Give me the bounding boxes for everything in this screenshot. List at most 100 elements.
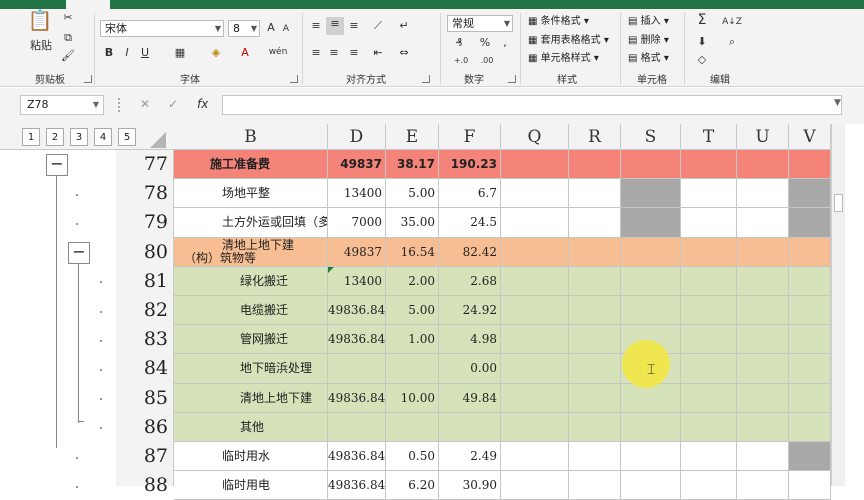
underline-button[interactable]: U	[138, 46, 152, 60]
format-painter-icon[interactable]: 🖌	[60, 49, 76, 63]
cell-r83[interactable]	[569, 325, 621, 355]
find-select-icon[interactable]: ⌕	[724, 35, 740, 49]
cell-t78[interactable]	[681, 179, 737, 209]
cell-d84[interactable]	[328, 354, 386, 384]
cell-d87[interactable]: 49836.84	[328, 442, 386, 472]
cell-u86[interactable]	[737, 412, 789, 442]
autosum-icon[interactable]: Σ	[694, 13, 710, 27]
cell-b79[interactable]: 土方外运或回填（多	[174, 208, 328, 238]
cell-u80[interactable]	[737, 237, 789, 267]
cancel-icon[interactable]: ✕	[140, 97, 150, 111]
cell-f81[interactable]: 2.68	[439, 266, 501, 296]
cell-u81[interactable]	[737, 266, 789, 296]
cell-t77[interactable]	[681, 150, 737, 180]
collapse-group-button[interactable]: −	[46, 154, 68, 176]
cell-q84[interactable]	[501, 354, 569, 384]
cell-q82[interactable]	[501, 296, 569, 326]
cell-f84[interactable]: 0.00	[439, 354, 501, 384]
align-middle-icon[interactable]: ≡	[326, 17, 344, 35]
cell-q85[interactable]	[501, 383, 569, 413]
cell-q83[interactable]	[501, 325, 569, 355]
font-color-icon[interactable]: A	[238, 46, 252, 60]
cell-u78[interactable]	[737, 179, 789, 209]
borders-icon[interactable]: ▦	[172, 46, 188, 60]
cell-b84[interactable]: 地下暗浜处理	[174, 354, 328, 384]
cell-s86[interactable]	[621, 412, 681, 442]
cell-s81[interactable]	[621, 266, 681, 296]
cell-d80[interactable]: 49837	[328, 237, 386, 267]
paste-icon[interactable]: 📋	[26, 10, 54, 37]
column-header-v[interactable]: V	[789, 124, 831, 150]
tab-home[interactable]	[66, 0, 110, 9]
cell-s87[interactable]	[621, 442, 681, 472]
enter-icon[interactable]: ✓	[168, 97, 178, 111]
column-header-q[interactable]: Q	[501, 124, 569, 150]
column-header-d[interactable]: D	[328, 124, 386, 150]
cell-v87[interactable]	[789, 442, 831, 472]
copy-icon[interactable]: ⧉	[60, 31, 76, 45]
column-header-u[interactable]: U	[737, 124, 789, 150]
cell-e80[interactable]: 16.54	[386, 237, 439, 267]
scrollbar-thumb[interactable]	[834, 194, 843, 212]
row-header-78[interactable]: 78	[116, 179, 174, 208]
cell-r86[interactable]	[569, 412, 621, 442]
column-header-f[interactable]: F	[439, 124, 501, 150]
cell-r87[interactable]	[569, 442, 621, 472]
format-cells-button[interactable]: ▤ 格式 ▾	[628, 52, 669, 66]
cell-d86[interactable]	[328, 412, 386, 442]
grow-font-icon[interactable]: A	[264, 21, 278, 35]
cell-f82[interactable]: 24.92	[439, 296, 501, 326]
cell-v86[interactable]	[789, 412, 831, 442]
cell-r81[interactable]	[569, 266, 621, 296]
delete-cells-button[interactable]: ▤ 删除 ▾	[628, 34, 669, 48]
insert-function-button[interactable]: fx	[197, 97, 208, 111]
comma-style-button[interactable]: ,	[498, 36, 512, 50]
row-header-87[interactable]: 87	[116, 442, 174, 471]
row-header-85[interactable]: 85	[116, 384, 174, 413]
column-header-t[interactable]: T	[681, 124, 737, 150]
row-header-82[interactable]: 82	[116, 296, 174, 325]
cell-r85[interactable]	[569, 383, 621, 413]
cell-f80[interactable]: 82.42	[439, 237, 501, 267]
cell-b85[interactable]: 清地上地下建	[174, 383, 328, 413]
cell-u87[interactable]	[737, 442, 789, 472]
increase-decimal-icon[interactable]: +.0	[450, 54, 472, 68]
cell-t87[interactable]	[681, 442, 737, 472]
outline-level-4-button[interactable]: 4	[94, 128, 112, 146]
cell-t80[interactable]	[681, 237, 737, 267]
collapse-group-button[interactable]: −	[68, 241, 90, 264]
cell-s77[interactable]	[621, 150, 681, 180]
cell-t79[interactable]	[681, 208, 737, 238]
fill-icon[interactable]: ⬇	[694, 35, 710, 49]
cell-t85[interactable]	[681, 383, 737, 413]
cell-e85[interactable]: 10.00	[386, 383, 439, 413]
cell-q77[interactable]	[501, 150, 569, 180]
align-top-icon[interactable]: ≡	[308, 19, 324, 33]
cell-b78[interactable]: 场地平整	[174, 179, 328, 209]
cell-d83[interactable]: 49836.84	[328, 325, 386, 355]
accounting-format-icon[interactable]: ₰	[450, 36, 468, 50]
cell-f78[interactable]: 6.7	[439, 179, 501, 209]
sort-filter-icon[interactable]: A↓Z	[722, 15, 742, 29]
cell-t81[interactable]	[681, 266, 737, 296]
cell-s85[interactable]	[621, 383, 681, 413]
select-all-corner[interactable]	[150, 132, 166, 148]
cell-r78[interactable]	[569, 179, 621, 209]
cell-e78[interactable]: 5.00	[386, 179, 439, 209]
cell-b81[interactable]: 绿化搬迁	[174, 266, 328, 296]
row-header-86[interactable]: 86	[116, 413, 174, 442]
align-left-icon[interactable]: ≡	[308, 46, 324, 60]
cell-e86[interactable]	[386, 412, 439, 442]
font-launcher-icon[interactable]	[290, 75, 298, 83]
cut-icon[interactable]: ✂	[60, 11, 76, 25]
decrease-decimal-icon[interactable]: .00	[476, 54, 498, 68]
cell-d85[interactable]: 49836.84	[328, 383, 386, 413]
percent-style-button[interactable]: %	[478, 36, 492, 50]
column-header-e[interactable]: E	[386, 124, 439, 150]
number-format-combo[interactable]: 常规 ▼	[447, 15, 513, 32]
cell-q86[interactable]	[501, 412, 569, 442]
cell-s79[interactable]	[621, 208, 681, 238]
cell-v82[interactable]	[789, 296, 831, 326]
cell-s80[interactable]	[621, 237, 681, 267]
merge-center-icon[interactable]: ⇔	[396, 46, 412, 60]
